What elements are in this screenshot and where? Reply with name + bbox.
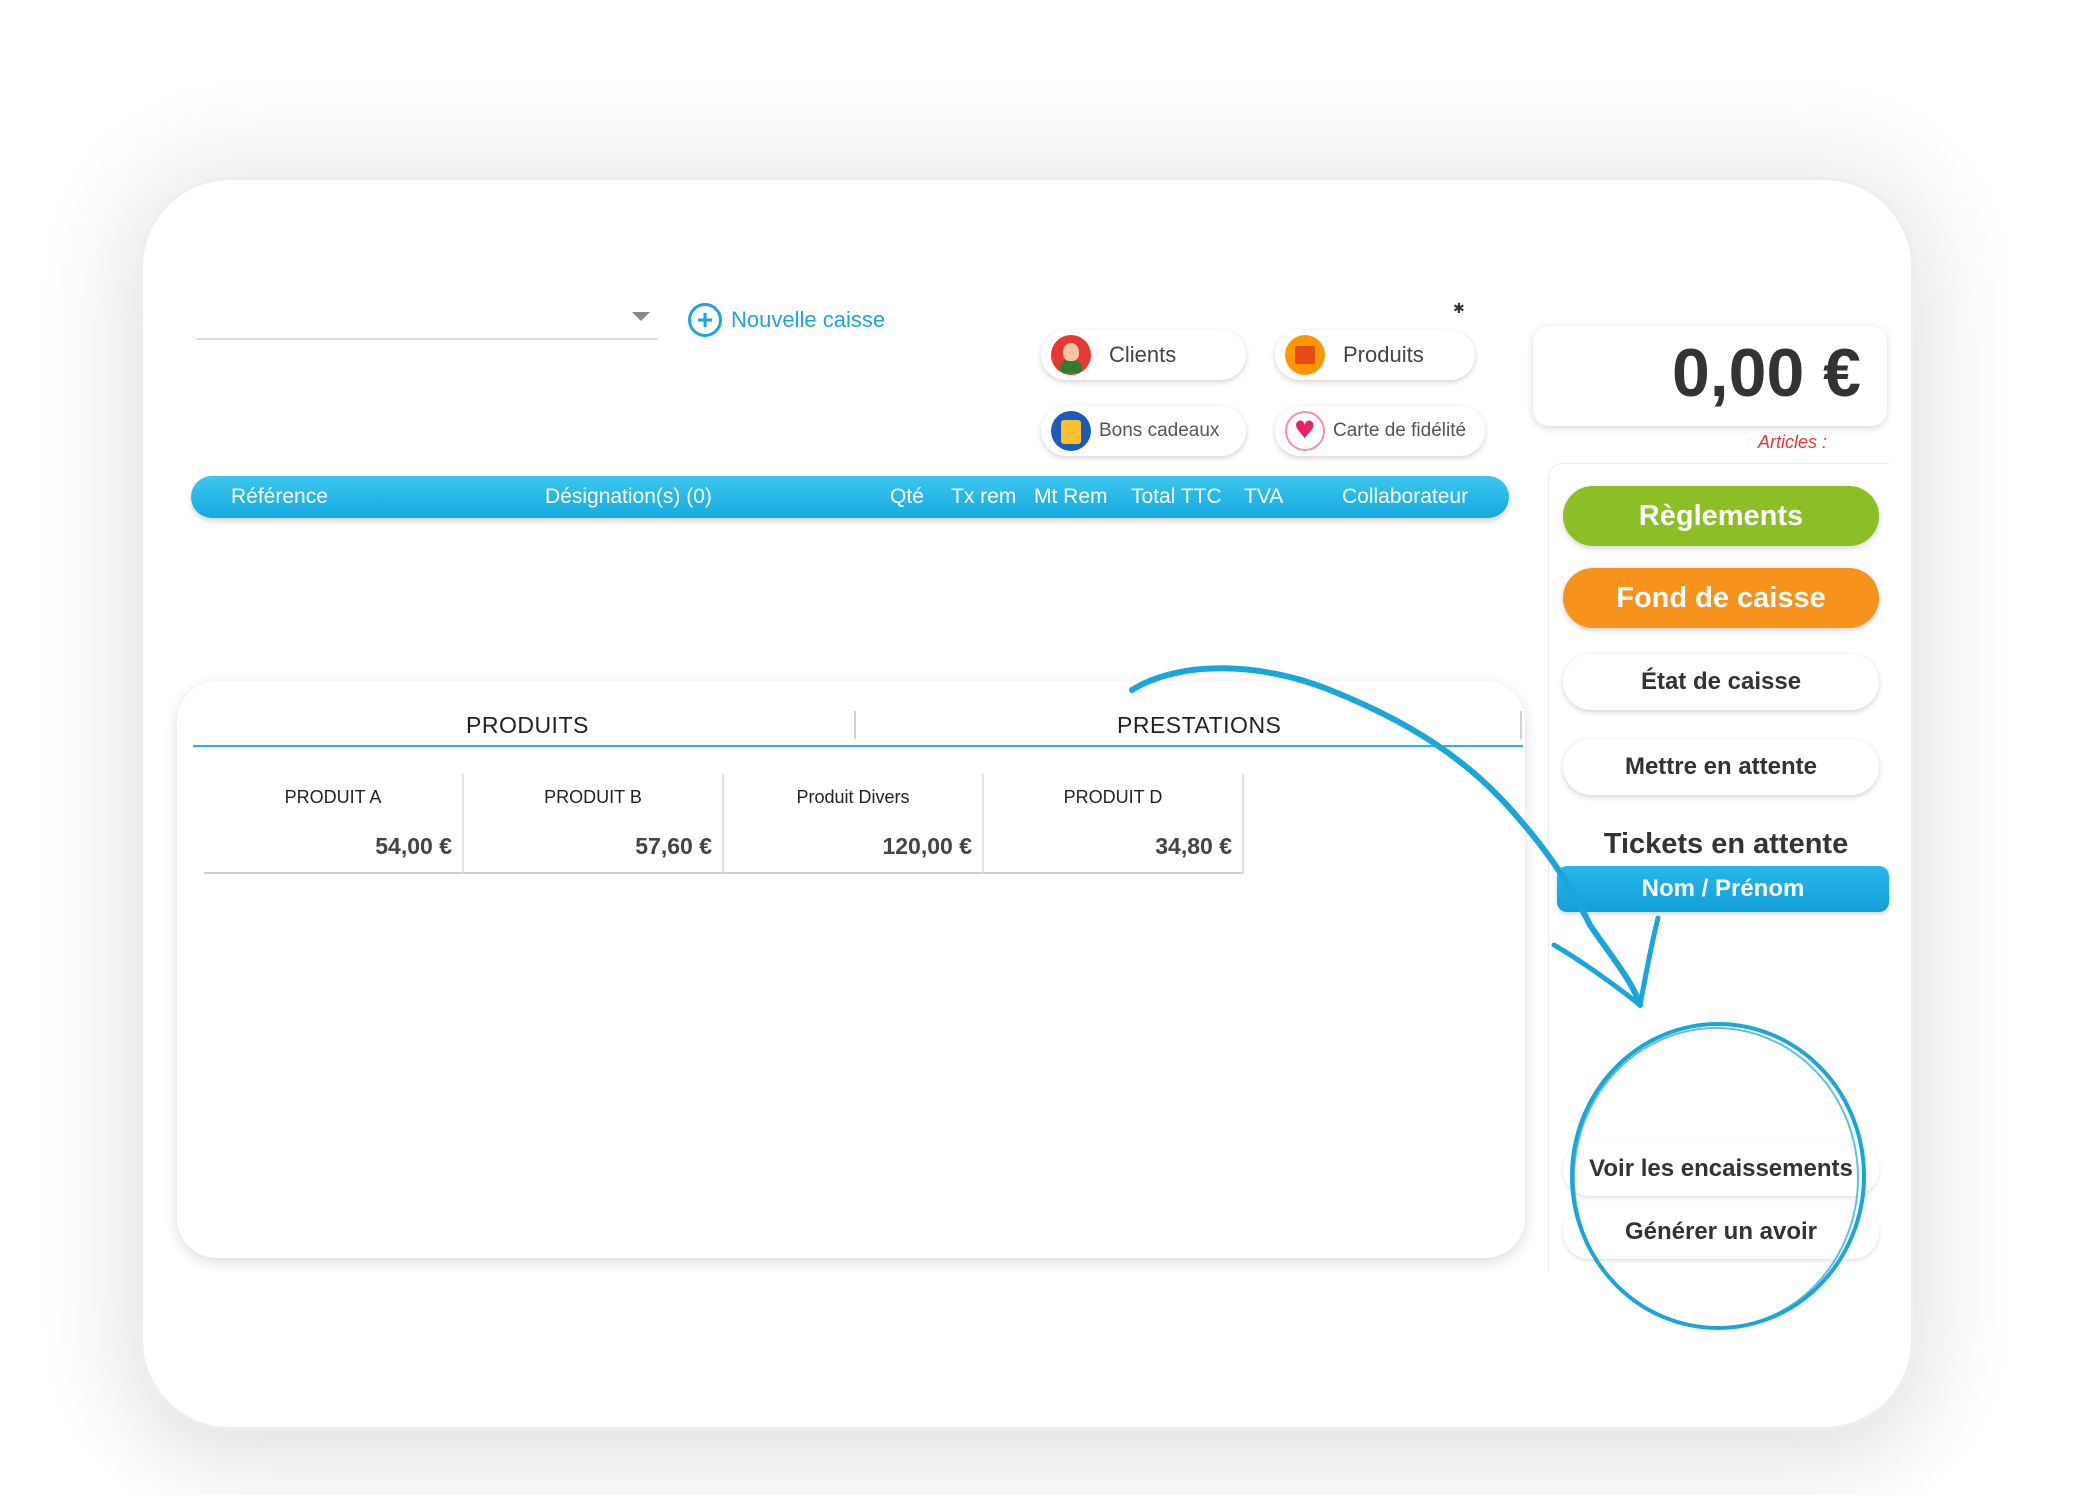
product-card[interactable]: PRODUIT A 54,00 € <box>204 774 464 874</box>
product-name: Produit Divers <box>796 787 910 807</box>
gift-icon <box>1051 411 1091 451</box>
generer-avoir-button[interactable]: Générer un avoir <box>1563 1205 1879 1259</box>
catalog-panel: PRODUITS PRESTATIONS PRODUIT A 54,00 € P… <box>177 681 1525 1258</box>
product-card[interactable]: Produit Divers 120,00 € <box>724 774 984 874</box>
product-price: 120,00 € <box>882 833 972 859</box>
produits-label: Produits <box>1343 342 1424 367</box>
tab-prestations[interactable]: PRESTATIONS <box>1117 712 1281 739</box>
reglements-button[interactable]: Règlements <box>1563 486 1879 546</box>
product-price: 34,80 € <box>1155 833 1232 859</box>
bons-cadeaux-button[interactable]: Bons cadeaux <box>1041 406 1246 456</box>
product-card[interactable]: PRODUIT D 34,80 € <box>984 774 1244 874</box>
tickets-en-attente-title: Tickets en attente <box>1603 828 1849 860</box>
etat-de-caisse-button[interactable]: État de caisse <box>1563 654 1879 710</box>
catalog-tabs: PRODUITS PRESTATIONS <box>193 699 1523 747</box>
produits-button[interactable]: Produits <box>1275 330 1475 380</box>
new-register-button[interactable]: + Nouvelle caisse <box>688 300 885 340</box>
bons-cadeaux-label: Bons cadeaux <box>1099 420 1220 441</box>
produits-icon <box>1285 335 1325 375</box>
col-designation[interactable]: Désignation(s) (0) <box>545 485 712 509</box>
loyalty-card-icon <box>1285 411 1325 451</box>
tab-produits[interactable]: PRODUITS <box>466 712 589 739</box>
tab-divider <box>1520 711 1522 739</box>
settings-icon[interactable]: ✱ <box>1453 300 1465 317</box>
clients-label: Clients <box>1109 342 1177 367</box>
col-tx-rem[interactable]: Tx rem <box>951 485 1016 509</box>
col-total-ttc[interactable]: Total TTC <box>1131 485 1222 509</box>
product-name: PRODUIT A <box>284 787 382 807</box>
product-card[interactable]: PRODUIT B 57,60 € <box>464 774 724 874</box>
mettre-en-attente-button[interactable]: Mettre en attente <box>1563 739 1879 795</box>
new-register-label: Nouvelle caisse <box>731 307 886 332</box>
product-name: PRODUIT D <box>1063 787 1163 807</box>
tab-divider <box>854 711 856 739</box>
fond-de-caisse-button[interactable]: Fond de caisse <box>1563 568 1879 628</box>
caret-down-icon[interactable] <box>632 312 650 321</box>
col-reference[interactable]: Référence <box>231 485 328 509</box>
col-mt-rem[interactable]: Mt Rem <box>1034 485 1108 509</box>
col-qte[interactable]: Qté <box>890 485 924 509</box>
pos-screen: + Nouvelle caisse ✱ Clients Produits Bon… <box>163 300 1890 1279</box>
register-select[interactable] <box>196 338 658 340</box>
total-amount: 0,00 € <box>1671 335 1861 411</box>
product-price: 54,00 € <box>375 833 452 859</box>
carte-fidelite-button[interactable]: Carte de fidélité <box>1275 406 1485 456</box>
clients-button[interactable]: Clients <box>1041 330 1246 380</box>
carte-fidelite-label: Carte de fidélité <box>1333 420 1467 441</box>
plus-circle-icon: + <box>688 303 722 337</box>
total-display: 0,00 € <box>1533 326 1887 426</box>
tickets-name-column[interactable]: Nom / Prénom <box>1557 866 1889 912</box>
voir-encaissements-button[interactable]: Voir les encaissements <box>1563 1142 1879 1196</box>
product-name: PRODUIT B <box>544 787 642 807</box>
col-tva[interactable]: TVA <box>1244 485 1283 509</box>
articles-count: Articles : <box>1758 432 1828 452</box>
col-collaborateur[interactable]: Collaborateur <box>1342 485 1468 509</box>
product-price: 57,60 € <box>635 833 712 859</box>
ticket-table-header: Référence Désignation(s) (0) Qté Tx rem … <box>191 476 1509 518</box>
clients-icon <box>1051 335 1091 375</box>
